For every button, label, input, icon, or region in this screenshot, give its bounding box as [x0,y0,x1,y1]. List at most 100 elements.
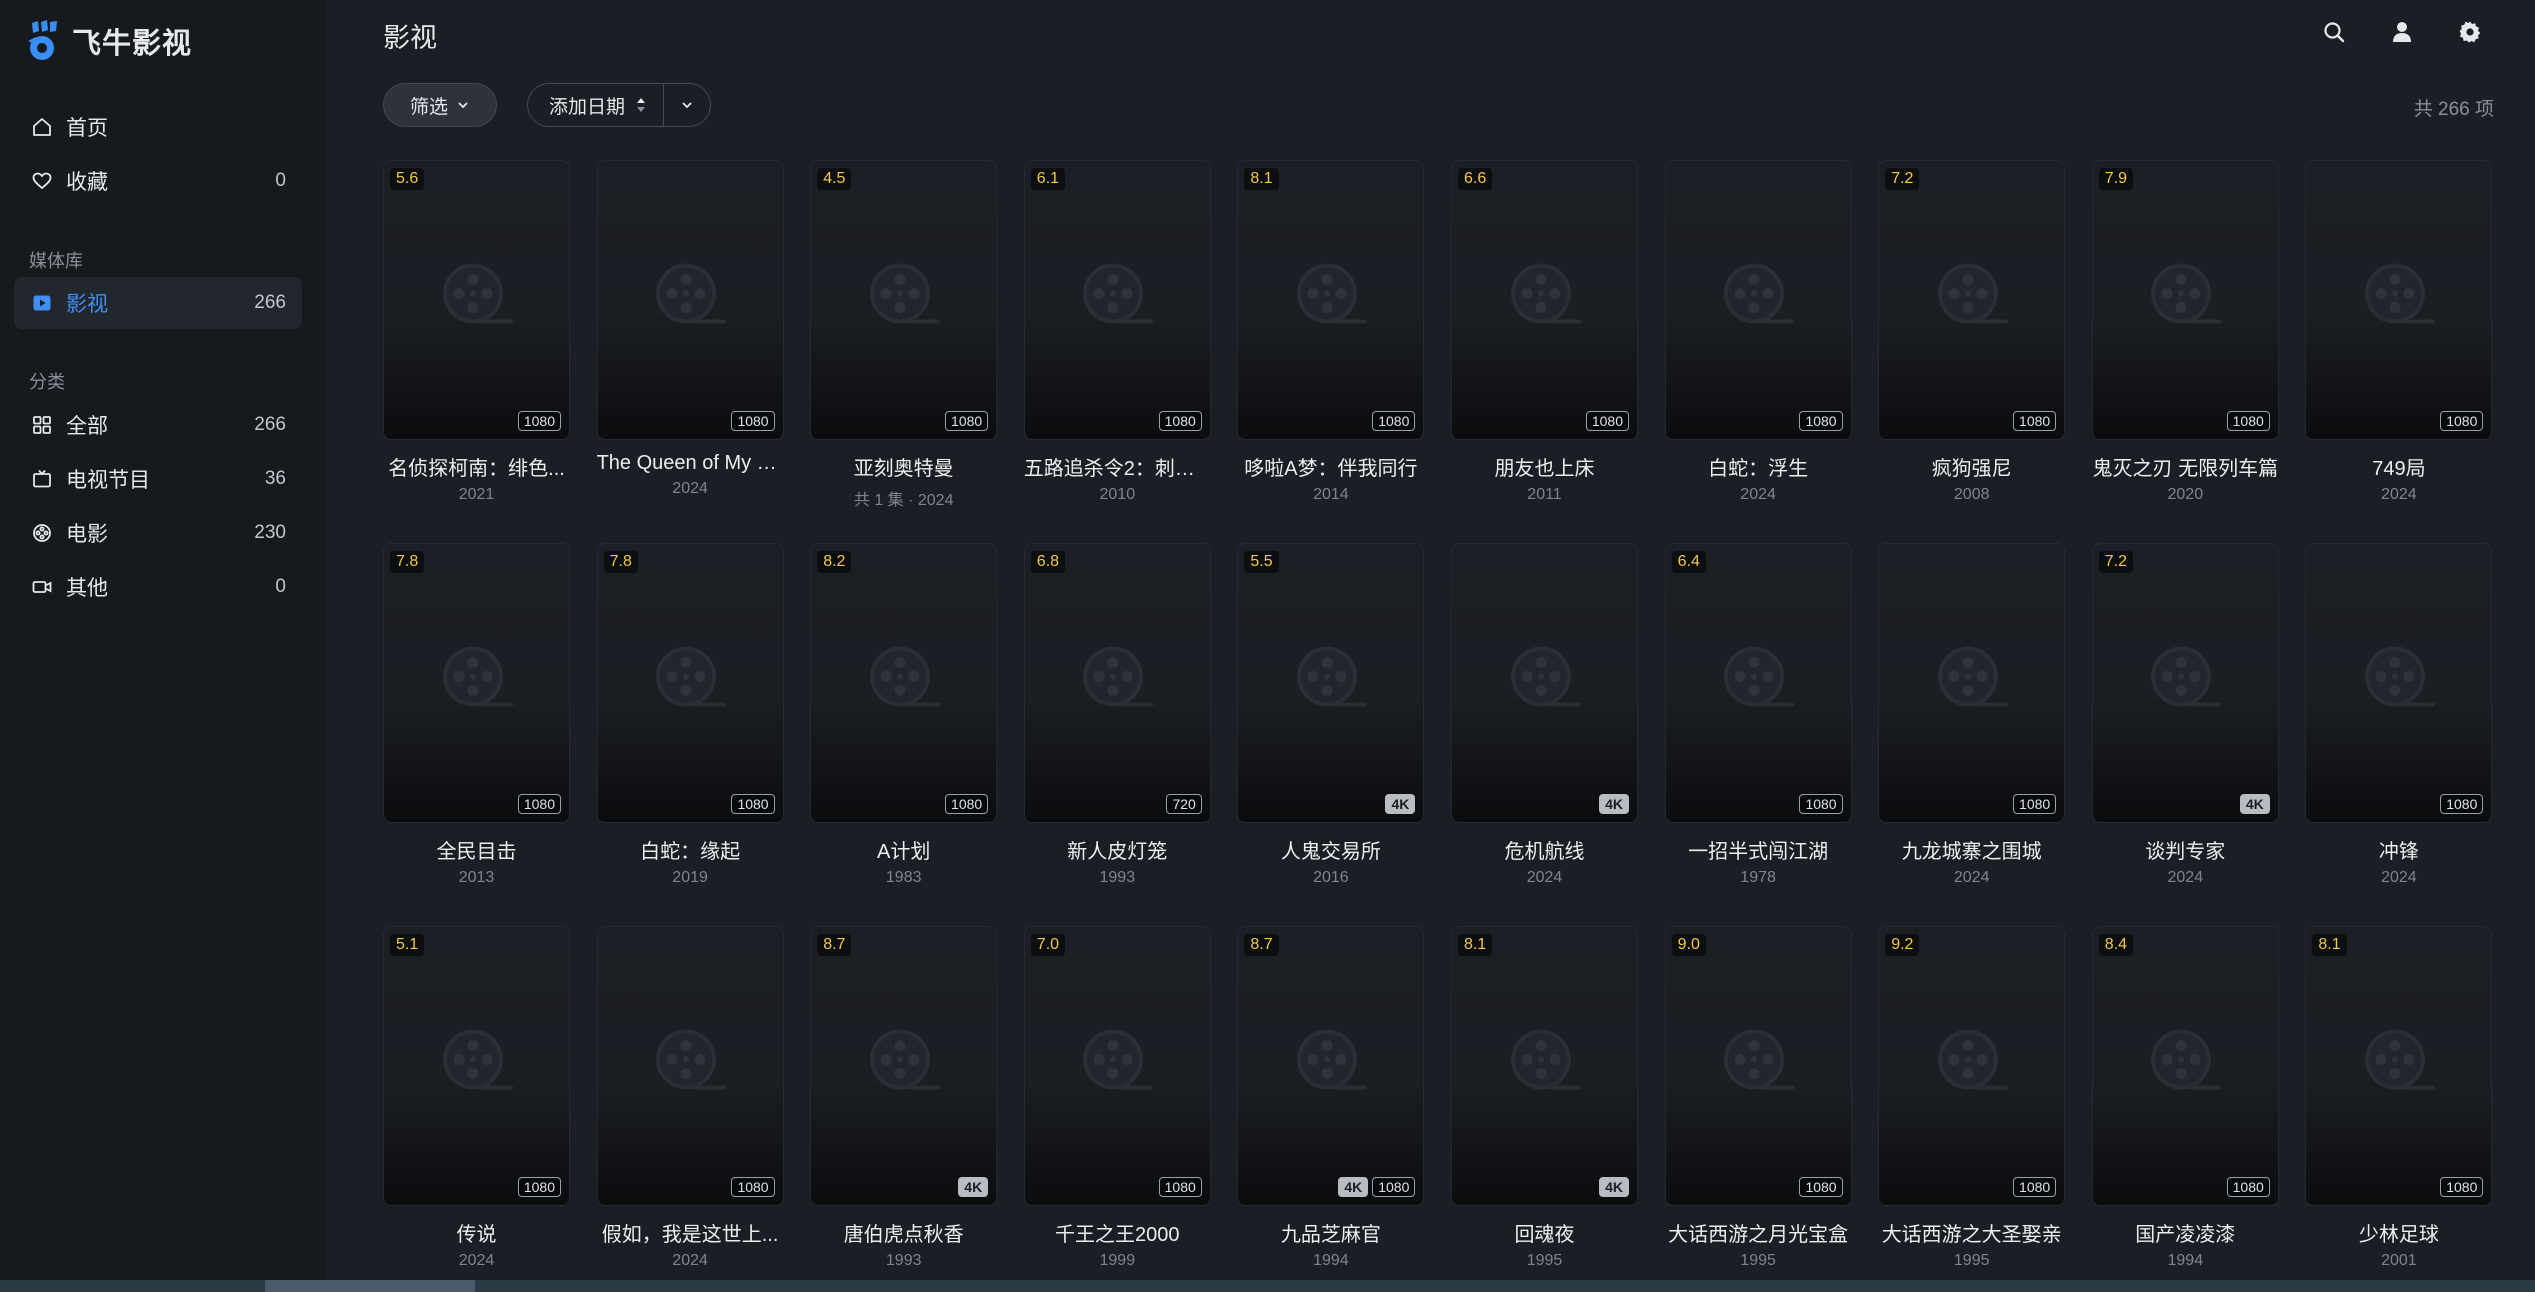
media-title[interactable]: A计划 [810,835,997,864]
poster[interactable]: 7.8 1080 [596,543,784,823]
media-card[interactable]: 8.1 4K 回魂夜 1995 [1451,926,1638,1270]
media-card[interactable]: 7.2 4K 谈判专家 2024 [2091,543,2279,887]
poster[interactable]: 9.2 1080 [1878,926,2066,1206]
media-title[interactable]: 九品芝麻官 [1237,1218,1424,1247]
media-card[interactable]: 8.2 1080 A计划 1983 [810,543,998,887]
media-title[interactable]: 千王之王2000 [1024,1218,1211,1247]
media-title[interactable]: 回魂夜 [1451,1218,1638,1247]
poster[interactable]: 9.0 1080 [1664,926,1852,1206]
media-card[interactable]: 5.5 4K 人鬼交易所 2016 [1237,543,1425,887]
poster[interactable]: 6.8 720 [1023,543,1211,823]
media-card[interactable]: 6.1 1080 五路追杀令2：刺客... 2010 [1023,160,1211,504]
poster[interactable]: 4.5 1080 [810,160,998,440]
poster[interactable]: 7.9 1080 [2091,160,2279,440]
media-card[interactable]: 7.2 1080 疯狗强尼 2008 [1878,160,2066,504]
poster[interactable]: 1080 [2305,543,2493,823]
media-title[interactable]: 谈判专家 [2092,835,2279,864]
poster[interactable]: 5.6 1080 [383,160,570,440]
media-card[interactable]: 7.8 1080 白蛇：缘起 2019 [596,543,784,887]
poster[interactable]: 8.7 4K 1080 [1237,926,1425,1206]
sort-dropdown-button[interactable] [664,84,710,126]
media-title[interactable]: 九龙城寨之围城 [1878,835,2065,864]
app-logo[interactable]: 飞牛影视 [24,18,192,64]
media-title[interactable]: 唐伯虎点秋香 [810,1218,997,1247]
poster[interactable]: 1080 [596,160,784,440]
media-title[interactable]: 白蛇：缘起 [597,835,784,864]
filter-button[interactable]: 筛选 [383,83,497,127]
settings-button[interactable] [2452,14,2488,50]
sidebar-item-favorites[interactable]: 收藏 0 [14,155,302,207]
sidebar-item-tv[interactable]: 电视节目 36 [14,453,302,505]
poster[interactable]: 6.1 1080 [1023,160,1211,440]
media-card[interactable]: 6.8 720 新人皮灯笼 1993 [1023,543,1211,887]
media-title[interactable]: 国产凌凌漆 [2092,1218,2279,1247]
media-card[interactable]: 1080 九龙城寨之围城 2024 [1878,543,2066,887]
poster[interactable]: 7.2 4K [2091,543,2279,823]
media-title[interactable]: 少林足球 [2305,1218,2492,1247]
user-button[interactable] [2384,14,2420,50]
media-card[interactable]: 6.4 1080 一招半式闯江湖 1978 [1664,543,1852,887]
media-title[interactable]: The Queen of My D... [597,452,784,475]
poster[interactable]: 8.1 4K [1451,926,1638,1206]
sidebar-item-all[interactable]: 全部 266 [14,399,302,451]
media-title[interactable]: 新人皮灯笼 [1024,835,1211,864]
media-card[interactable]: 8.7 4K 唐伯虎点秋香 1993 [810,926,998,1270]
poster[interactable]: 1080 [1664,160,1852,440]
poster[interactable]: 7.0 1080 [1023,926,1211,1206]
poster[interactable]: 8.1 1080 [1237,160,1425,440]
media-title[interactable]: 人鬼交易所 [1237,835,1424,864]
media-title[interactable]: 大话西游之大圣娶亲 [1878,1218,2065,1247]
media-title[interactable]: 749局 [2305,452,2492,481]
media-title[interactable]: 五路追杀令2：刺客... [1024,452,1211,481]
media-card[interactable]: 7.8 1080 全民目击 2013 [383,543,570,887]
poster[interactable]: 4K [1451,543,1638,823]
poster[interactable]: 5.1 1080 [383,926,570,1206]
poster[interactable]: 1080 [1878,543,2066,823]
media-card[interactable]: 8.1 1080 少林足球 2001 [2305,926,2493,1270]
media-title[interactable]: 假如，我是这世上... [597,1218,784,1247]
poster[interactable]: 8.1 1080 [2305,926,2493,1206]
media-title[interactable]: 大话西游之月光宝盒 [1665,1218,1852,1247]
media-title[interactable]: 朋友也上床 [1451,452,1638,481]
sidebar-item-movies[interactable]: 电影 230 [14,507,302,559]
media-card[interactable]: 5.6 1080 名侦探柯南：绯色... 2021 [383,160,570,504]
sort-field-button[interactable]: 添加日期 [528,84,664,126]
poster[interactable]: 1080 [596,926,784,1206]
media-title[interactable]: 全民目击 [383,835,570,864]
media-card[interactable]: 8.4 1080 国产凌凌漆 1994 [2091,926,2279,1270]
poster[interactable]: 1080 [2305,160,2493,440]
media-card[interactable]: 6.6 1080 朋友也上床 2011 [1451,160,1638,504]
media-title[interactable]: 哆啦A梦：伴我同行 [1237,452,1424,481]
sidebar-item-movies-library[interactable]: 影视 266 [14,277,302,329]
media-card[interactable]: 1080 749局 2024 [2305,160,2493,504]
poster[interactable]: 5.5 4K [1237,543,1425,823]
media-card[interactable]: 1080 假如，我是这世上... 2024 [596,926,784,1270]
media-card[interactable]: 1080 冲锋 2024 [2305,543,2493,887]
media-title[interactable]: 一招半式闯江湖 [1665,835,1852,864]
media-title[interactable]: 传说 [383,1218,570,1247]
sidebar-item-home[interactable]: 首页 [14,101,302,153]
media-card[interactable]: 8.7 4K 1080 九品芝麻官 1994 [1237,926,1425,1270]
media-title[interactable]: 亚刻奥特曼 [810,452,997,481]
media-title[interactable]: 鬼灭之刃 无限列车篇 [2092,452,2279,481]
poster[interactable]: 7.8 1080 [383,543,570,823]
media-card[interactable]: 7.0 1080 千王之王2000 1999 [1023,926,1211,1270]
search-button[interactable] [2316,14,2352,50]
poster[interactable]: 8.7 4K [810,926,998,1206]
media-card[interactable]: 4K 危机航线 2024 [1451,543,1638,887]
media-title[interactable]: 危机航线 [1451,835,1638,864]
media-card[interactable]: 9.0 1080 大话西游之月光宝盒 1995 [1664,926,1852,1270]
poster[interactable]: 6.4 1080 [1664,543,1852,823]
media-title[interactable]: 白蛇：浮生 [1665,452,1852,481]
sidebar-item-other[interactable]: 其他 0 [14,561,302,613]
media-card[interactable]: 9.2 1080 大话西游之大圣娶亲 1995 [1878,926,2066,1270]
media-card[interactable]: 1080 The Queen of My D... 2024 [596,160,784,498]
poster[interactable]: 8.4 1080 [2091,926,2279,1206]
media-card[interactable]: 4.5 1080 亚刻奥特曼共 1 集 · 2024 [810,160,998,510]
media-card[interactable]: 5.1 1080 传说 2024 [383,926,570,1270]
media-card[interactable]: 1080 白蛇：浮生 2024 [1664,160,1852,504]
media-card[interactable]: 7.9 1080 鬼灭之刃 无限列车篇 2020 [2091,160,2279,504]
poster[interactable]: 8.2 1080 [810,543,998,823]
media-title[interactable]: 疯狗强尼 [1878,452,2065,481]
poster[interactable]: 6.6 1080 [1451,160,1638,440]
